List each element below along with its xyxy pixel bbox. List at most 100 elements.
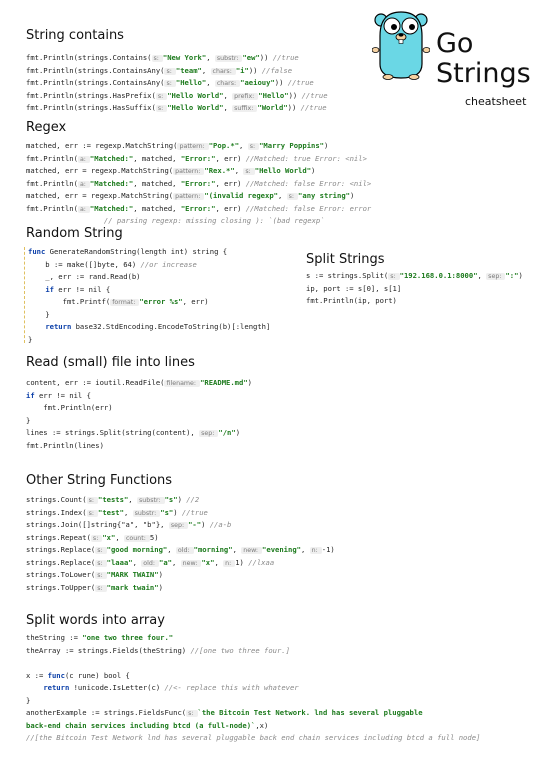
code-line: x := func(c rune) bool { xyxy=(26,670,480,683)
code-token: //Matched: false Error: error xyxy=(245,203,372,213)
code-token: !unicode.IsLetter(c) xyxy=(69,683,165,692)
code-token: "Hello" xyxy=(258,90,289,100)
code-token: //a-b xyxy=(209,520,232,529)
code-token: "mark twain" xyxy=(106,582,159,592)
code-token: theString := xyxy=(26,633,83,642)
code-line: strings.Join([]string{"a", "b"}, sep: "-… xyxy=(26,519,335,532)
code-token: ) xyxy=(177,495,187,504)
code-token: , xyxy=(477,271,487,280)
param-hint: s: xyxy=(155,105,168,112)
code-token: fmt.Println( xyxy=(26,178,78,188)
param-hint: s: xyxy=(90,534,103,542)
code-token: //or increase xyxy=(140,259,197,269)
code-token: , err) xyxy=(215,153,246,163)
code-line: return base32.StdEncoding.EncodeToString… xyxy=(28,321,270,334)
code-line: s := strings.Split(s: "192.168.0.1:8000"… xyxy=(306,270,523,283)
code-token: , matched, xyxy=(133,203,181,213)
title-go: Go xyxy=(436,28,474,59)
code-token: ) xyxy=(173,507,182,517)
code-line: fmt.Println(a: "Matched:", matched, "Err… xyxy=(26,178,371,191)
code-token: "Hello" xyxy=(175,78,207,87)
param-hint: new: xyxy=(180,559,202,567)
code-token: , xyxy=(167,545,176,554)
code-token: strings.Count( xyxy=(26,495,87,504)
code-token: fmt.Println(strings.ContainsAny( xyxy=(26,78,165,87)
param-hint: pattern: xyxy=(177,143,209,150)
param-hint: old: xyxy=(141,559,160,567)
code-token: , xyxy=(239,141,248,150)
code-line: fmt.Println(err) xyxy=(26,402,252,415)
code-token: "Matched:" xyxy=(89,178,134,188)
heading-string-contains: String contains xyxy=(26,28,124,43)
param-hint: sep: xyxy=(168,522,189,529)
code-token: "s" xyxy=(160,507,174,517)
heading-split-strings: Split Strings xyxy=(306,252,385,267)
code-token: base32.StdEncoding.EncodeToString(b)[:le… xyxy=(71,322,271,331)
param-hint: a: xyxy=(77,180,90,188)
code-token: ) xyxy=(324,141,329,150)
heading-regex: Regex xyxy=(26,120,67,135)
code-line: } xyxy=(26,695,480,708)
code-token: "s" xyxy=(164,495,178,504)
code-token: , xyxy=(277,191,287,200)
param-hint: s: xyxy=(95,584,107,592)
subtitle: cheatsheet xyxy=(465,95,527,108)
code-token: strings.Repeat( xyxy=(26,532,91,542)
code-token: if xyxy=(45,284,54,294)
code-line: theArray := strings.Fields(theString) //… xyxy=(26,645,480,658)
code-token: `the Bitcoin Test Network. lnd has sever… xyxy=(197,708,423,717)
code-token: , xyxy=(201,65,211,75)
code-token: , xyxy=(206,78,215,87)
code-token: "(invalid regexp" xyxy=(204,191,278,200)
code-token: "x" xyxy=(201,557,215,567)
param-hint: s: xyxy=(86,497,98,504)
code-token: //lxaa xyxy=(248,557,275,567)
code-token: ) xyxy=(235,428,241,437)
code-token: //<- replace this with whatever xyxy=(164,683,299,692)
param-hint: s: xyxy=(243,168,255,175)
code-token: "Hello World" xyxy=(167,90,224,100)
code-block-split: s := strings.Split(s: "192.168.0.1:8000"… xyxy=(306,270,523,308)
gopher-icon xyxy=(372,11,430,80)
code-token: //false xyxy=(261,65,293,75)
code-line: ip, port := s[0], s[1] xyxy=(306,283,523,296)
code-line: content, err := ioutil.ReadFile(filename… xyxy=(26,377,252,390)
code-line: strings.ToUpper(s: "mark twain") xyxy=(26,582,335,595)
param-hint: count: xyxy=(123,534,150,542)
code-line: strings.Count(s: "tests", substr: "s") /… xyxy=(26,494,335,507)
code-token: ) xyxy=(158,582,163,592)
code-token: strings.Index( xyxy=(26,507,87,517)
param-hint: pattern: xyxy=(173,168,205,175)
code-token: "New York" xyxy=(162,53,207,62)
param-hint: substr: xyxy=(132,509,161,517)
code-token: matched, err = regexp.MatchString( xyxy=(26,191,174,200)
param-hint: s: xyxy=(164,80,176,87)
code-token: "x" xyxy=(102,532,116,542)
code-token: "evening" xyxy=(262,545,301,554)
code-block-readfile: content, err := ioutil.ReadFile(filename… xyxy=(26,377,252,452)
code-token: "aeiouy" xyxy=(240,78,275,87)
code-line: fmt.Println(a: "Matched:", matched, "Err… xyxy=(26,153,371,166)
code-token: } xyxy=(26,415,31,425)
code-token: //Matched: true Error: <nil> xyxy=(245,153,367,163)
code-token: ) xyxy=(349,191,355,200)
code-token: if xyxy=(26,390,35,400)
code-token: matched, err = regexp.MatchString( xyxy=(26,166,174,175)
code-token: fmt.Println(strings.HasSuffix( xyxy=(26,103,156,112)
code-token: lines := strings.Split(string(content), xyxy=(26,428,200,437)
code-block-contains: fmt.Println(strings.Contains(s: "New Yor… xyxy=(26,52,328,115)
code-token: "test" xyxy=(98,507,124,517)
code-token: //[one two three four.] xyxy=(190,645,290,655)
code-token: fmt.Println( xyxy=(26,203,78,213)
code-token: "morning" xyxy=(193,545,233,554)
code-token: "i" xyxy=(235,65,249,75)
code-line: if err != nil { xyxy=(28,284,270,297)
code-token: fmt.Println(err) xyxy=(26,403,113,412)
code-token: , err) xyxy=(215,203,246,213)
code-token: //2 xyxy=(186,495,200,504)
code-token: fmt.Println( xyxy=(26,153,78,163)
param-hint: format: xyxy=(110,299,140,306)
code-token: content, err := ioutil.ReadFile( xyxy=(26,378,165,387)
